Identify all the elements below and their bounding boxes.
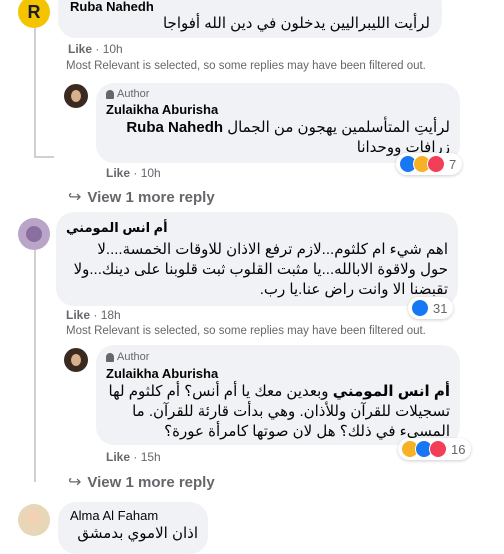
thread-line — [34, 250, 36, 482]
reaction-count: 16 — [451, 441, 466, 457]
thread-line — [34, 28, 36, 158]
mention-link[interactable]: أم انس المومني — [333, 383, 450, 400]
reaction-count: 31 — [433, 300, 448, 316]
mention-link[interactable]: Ruba Nahedh — [126, 119, 223, 136]
avatar-flower-icon — [26, 226, 42, 242]
avatar-face-icon — [27, 510, 41, 526]
thread-connector — [34, 156, 54, 158]
view-more-replies[interactable]: ↪ View 1 more reply — [68, 472, 215, 492]
avatar-face-icon — [71, 90, 81, 102]
reply-meta: Like · 10h — [106, 166, 161, 180]
reply-author[interactable]: Zulaikha Aburisha — [106, 366, 218, 381]
comment-text: اذان الاموي بدمشق — [77, 525, 198, 542]
comment-author[interactable]: Ruba Nahedh — [70, 0, 154, 14]
filter-note: Most Relevant is selected, so some repli… — [66, 325, 426, 337]
meta-separator: · — [133, 450, 141, 464]
reaction-summary[interactable]: 7 — [396, 153, 463, 175]
reply-text: لرأيتِ المتأسلمين يهجون من الجمال Ruba N… — [106, 118, 450, 138]
like-link[interactable]: Like — [106, 166, 130, 180]
meta-separator: · — [95, 42, 103, 56]
like-link[interactable]: Like — [68, 42, 92, 56]
comment-meta: Like · 10h — [68, 42, 123, 56]
avatar-letter-icon: R — [27, 1, 41, 22]
comment-text: لرأيت الليبراليين يدخلون في دين الله أفو… — [162, 15, 430, 32]
avatar-face-icon — [71, 354, 81, 366]
author-badge: Author — [106, 351, 149, 363]
reply-arrow-icon: ↪ — [68, 474, 82, 491]
reply-text-line2: زرافاتٍ ووحدانا — [356, 139, 450, 156]
meta-separator: · — [133, 166, 141, 180]
avatar[interactable]: R — [18, 0, 50, 28]
avatar[interactable] — [18, 504, 50, 536]
reply-text: أم انس المومني وبعدين معك يا أم أنس؟ أم … — [106, 382, 450, 442]
timestamp[interactable]: 10h — [141, 166, 161, 180]
reply-meta: Like · 15h — [106, 450, 161, 464]
comment-author[interactable]: Alma Al Faham — [70, 508, 158, 523]
author-badge: Author — [106, 88, 149, 100]
timestamp[interactable]: 15h — [141, 450, 161, 464]
comment-text: اهم شيء ام كلثوم...لازم ترفع الاذان للاو… — [73, 241, 448, 298]
avatar[interactable] — [64, 348, 88, 372]
timestamp[interactable]: 18h — [101, 308, 121, 322]
filter-note: Most Relevant is selected, so some repli… — [66, 60, 426, 72]
person-icon — [106, 352, 114, 362]
like-reaction-icon — [411, 299, 429, 317]
reaction-summary[interactable]: 31 — [408, 297, 454, 319]
view-more-replies[interactable]: ↪ View 1 more reply — [68, 187, 215, 207]
reply-arrow-icon: ↪ — [68, 189, 82, 206]
meta-separator: · — [93, 308, 101, 322]
reaction-summary[interactable]: 16 — [398, 438, 472, 460]
love-reaction-icon — [429, 440, 447, 458]
person-icon — [106, 89, 114, 99]
timestamp[interactable]: 10h — [103, 42, 123, 56]
avatar[interactable] — [18, 218, 50, 250]
reply-author[interactable]: Zulaikha Aburisha — [106, 102, 218, 117]
like-link[interactable]: Like — [106, 450, 130, 464]
comment-author[interactable]: أم انس المومني — [66, 220, 168, 236]
comment-meta: Like · 18h — [66, 308, 121, 322]
reply-text-line: لرأيتِ المتأسلمين يهجون من الجمال — [227, 119, 450, 136]
like-link[interactable]: Like — [66, 308, 90, 322]
reaction-count: 7 — [449, 156, 457, 172]
avatar[interactable] — [64, 84, 88, 108]
love-reaction-icon — [427, 155, 445, 173]
